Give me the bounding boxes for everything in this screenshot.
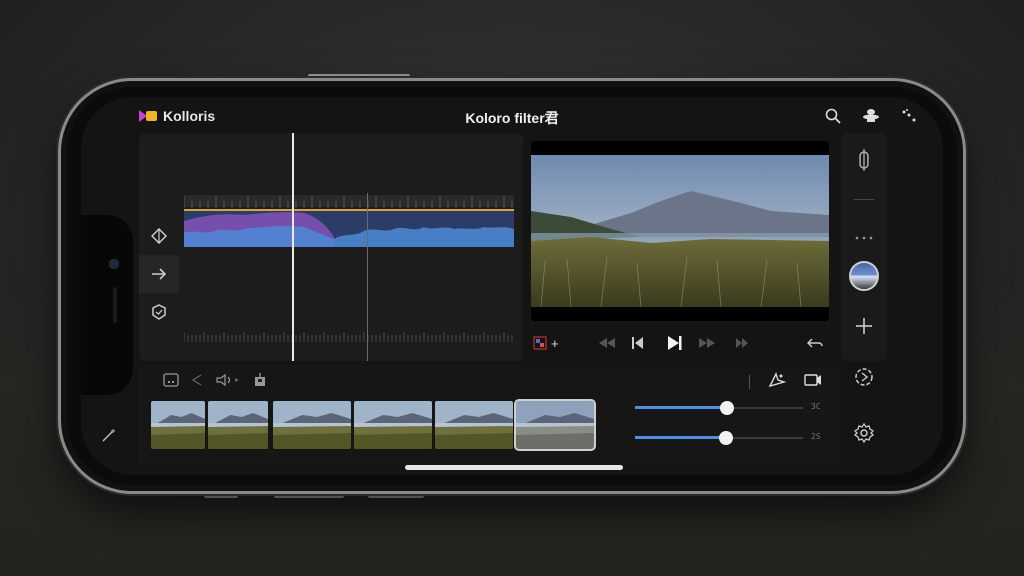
slider-bottom-knob[interactable] xyxy=(719,431,733,445)
front-camera xyxy=(109,259,119,269)
add-icon[interactable] xyxy=(855,317,873,340)
clip-thumbnail[interactable] xyxy=(208,401,268,449)
crop-tool-icon[interactable] xyxy=(139,217,179,255)
step-back-icon[interactable] xyxy=(631,335,645,351)
slider-bottom[interactable]: 2S xyxy=(635,431,825,445)
more-icon[interactable] xyxy=(899,106,919,126)
split-icon[interactable] xyxy=(191,373,203,391)
secondary-marker[interactable] xyxy=(367,193,368,361)
landscape-image xyxy=(531,141,829,321)
camera-cutout xyxy=(81,215,133,395)
step-forward-icon[interactable] xyxy=(735,335,749,351)
audio-waveform[interactable] xyxy=(184,209,514,247)
timeline-panel[interactable] xyxy=(139,133,523,361)
settings-icon[interactable] xyxy=(853,422,875,448)
slider-bottom-fill xyxy=(635,436,726,439)
search-icon[interactable] xyxy=(823,106,843,126)
more-dots-icon[interactable] xyxy=(855,227,873,245)
clip-editor: 3C 2S xyxy=(139,365,839,465)
track-ruler xyxy=(183,195,514,208)
bottom-ruler xyxy=(183,329,514,342)
slider-top-fill xyxy=(635,406,727,409)
frame-icon[interactable] xyxy=(163,372,179,392)
camera-icon[interactable] xyxy=(804,373,822,392)
page-title: Koloro filter君 xyxy=(465,110,559,126)
clip-thumbnail[interactable] xyxy=(151,401,205,449)
fast-forward-icon[interactable] xyxy=(697,335,717,351)
slider-top-value: 3C xyxy=(811,402,821,411)
add-label: + xyxy=(551,335,559,351)
slider-top-knob[interactable] xyxy=(720,401,734,415)
clip-thumbnail[interactable] xyxy=(354,401,432,449)
video-preview[interactable] xyxy=(531,141,829,321)
playhead[interactable] xyxy=(292,133,294,361)
transport-controls: + xyxy=(531,331,829,355)
speaker-grille xyxy=(113,287,117,323)
undo-icon[interactable] xyxy=(807,335,823,351)
shield-icon[interactable] xyxy=(139,293,179,331)
export-icon[interactable] xyxy=(253,372,267,392)
right-rail-lower xyxy=(841,318,887,461)
rail-divider xyxy=(854,199,874,200)
top-bar: Kolloris Koloro filter君 xyxy=(81,97,943,137)
effects-icon[interactable] xyxy=(768,371,787,393)
profile-avatar[interactable] xyxy=(849,261,879,291)
adjust-icon[interactable] xyxy=(856,149,872,176)
slider-top[interactable]: 3C xyxy=(635,401,825,415)
phone-bottom-button-3 xyxy=(368,494,424,498)
slider-bottom-value: 2S xyxy=(811,432,821,441)
play-icon[interactable] xyxy=(667,335,683,351)
clip-thumbnail[interactable] xyxy=(435,401,513,449)
clip-thumbnail[interactable] xyxy=(514,399,596,451)
divider-bar xyxy=(749,375,750,389)
home-indicator[interactable] xyxy=(405,465,623,470)
audio-icon[interactable] xyxy=(215,373,241,392)
phone-bottom-button-1 xyxy=(204,494,238,498)
filter-icon[interactable] xyxy=(861,106,881,126)
app-screen: Kolloris Koloro filter君 + 3C 2S xyxy=(81,97,943,475)
clip-thumbnail[interactable] xyxy=(273,401,351,449)
phone-frame: Kolloris Koloro filter君 + 3C 2S xyxy=(58,78,966,494)
phone-bottom-button-2 xyxy=(274,494,344,498)
timer-icon[interactable] xyxy=(854,367,874,392)
redo-icon[interactable] xyxy=(139,255,179,293)
edit-wand-icon[interactable] xyxy=(101,427,117,448)
clip-thumbnails xyxy=(151,399,596,453)
rewind-icon[interactable] xyxy=(597,335,617,351)
media-add-icon[interactable]: + xyxy=(533,335,559,351)
